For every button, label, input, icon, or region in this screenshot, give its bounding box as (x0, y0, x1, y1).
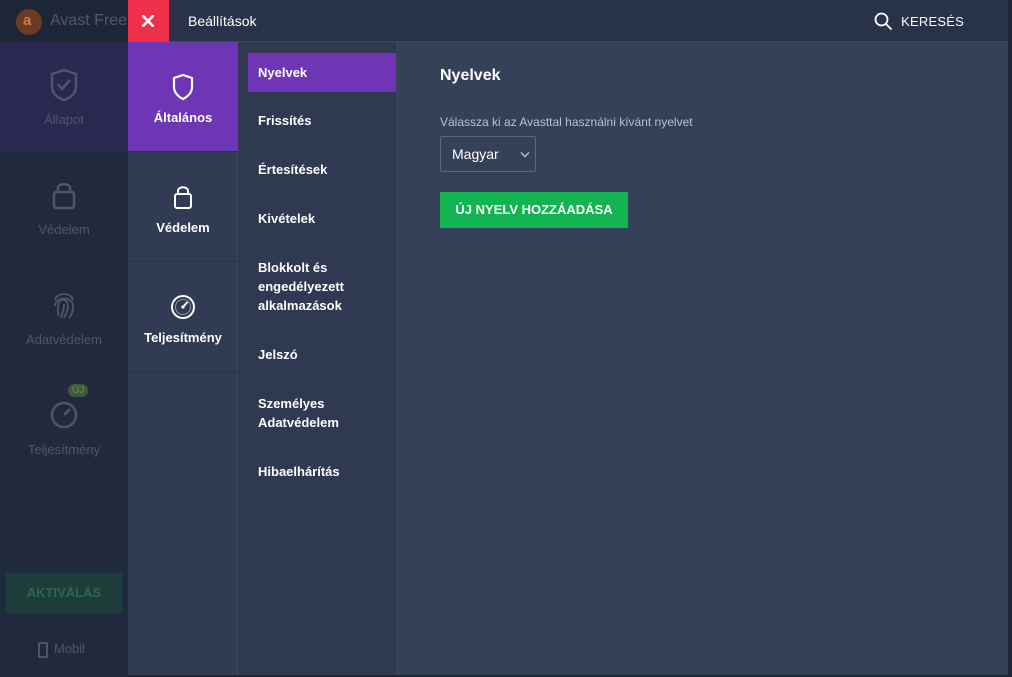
close-button[interactable] (128, 0, 169, 42)
activate-button[interactable]: AKTIVÁLÁS (6, 573, 122, 613)
subcategory-troubleshooting[interactable]: Hibaelhárítás (248, 462, 396, 481)
bg-nav-status[interactable]: Állapot (0, 42, 128, 152)
search-icon (874, 12, 893, 30)
chevron-down-icon (520, 152, 530, 158)
subcategory-exceptions[interactable]: Kivételek (248, 209, 396, 228)
bg-nav-label: Védelem (38, 222, 90, 237)
bg-nav-label: Teljesítmény (27, 442, 101, 457)
avast-logo: a (16, 9, 42, 35)
search-label: KERESÉS (901, 13, 964, 29)
settings-content: Nyelvek Válassza ki az Avasttal használn… (398, 42, 1008, 675)
category-protection[interactable]: Védelem (128, 152, 238, 262)
new-badge: ÚJ (68, 384, 89, 397)
category-label: Általános (153, 110, 213, 125)
content-title: Nyelvek (440, 67, 501, 84)
subcategory-notifications[interactable]: Értesítések (248, 160, 396, 179)
settings-panel: Beállítások KERESÉS Általános Védelem Te… (128, 0, 1008, 675)
background-sidebar: Állapot Védelem Adatvédelem ÚJ Teljesítm… (0, 42, 128, 677)
category-performance[interactable]: Teljesítmény (128, 262, 238, 372)
speedometer-icon (50, 401, 78, 429)
fingerprint-icon (54, 293, 74, 319)
language-select-value: Magyar (452, 146, 499, 162)
category-general[interactable]: Általános (128, 42, 238, 152)
bg-nav-protection[interactable]: Védelem (0, 152, 128, 262)
settings-header: Beállítások KERESÉS (128, 0, 1008, 42)
bg-nav-label: Állapot (44, 112, 84, 127)
subcategory-personal-privacy[interactable]: Személyes Adatvédelem (248, 394, 368, 432)
settings-title: Beállítások (188, 13, 257, 29)
bg-nav-label: Adatvédelem (26, 332, 102, 347)
settings-category-column: Általános Védelem Teljesítmény (128, 42, 238, 675)
close-icon (142, 15, 154, 27)
bg-nav-privacy[interactable]: Adatvédelem (0, 262, 128, 372)
language-label: Válassza ki az Avasttal használni kívánt… (440, 115, 693, 129)
mobile-link[interactable]: Mobil (38, 641, 85, 658)
speedometer-icon (171, 295, 195, 319)
shield-icon (172, 73, 194, 101)
search-button[interactable]: KERESÉS (874, 11, 964, 31)
lock-icon (52, 183, 76, 210)
language-select[interactable]: Magyar (440, 136, 536, 172)
bg-nav-performance[interactable]: ÚJ Teljesítmény (0, 372, 128, 482)
shield-check-icon (50, 68, 78, 102)
window-right-edge (1008, 0, 1012, 677)
lock-icon (174, 186, 192, 209)
subcategory-password[interactable]: Jelszó (248, 345, 396, 364)
subcategory-updates[interactable]: Frissítés (248, 111, 396, 130)
settings-subcategory-column: Nyelvek Frissítés Értesítések Kivételek … (238, 42, 398, 675)
subcategory-languages[interactable]: Nyelvek (248, 53, 396, 92)
mobile-icon (38, 641, 48, 658)
add-language-button[interactable]: ÚJ NYELV HOZZÁADÁSA (440, 192, 628, 228)
category-label: Védelem (156, 220, 210, 235)
subcategory-blocked-allowed-apps[interactable]: Blokkolt és engedélyezett alkalmazások (248, 258, 378, 315)
mobile-label: Mobil (54, 641, 86, 656)
avast-logo-glyph: a (23, 12, 32, 29)
category-label: Teljesítmény (144, 330, 222, 345)
